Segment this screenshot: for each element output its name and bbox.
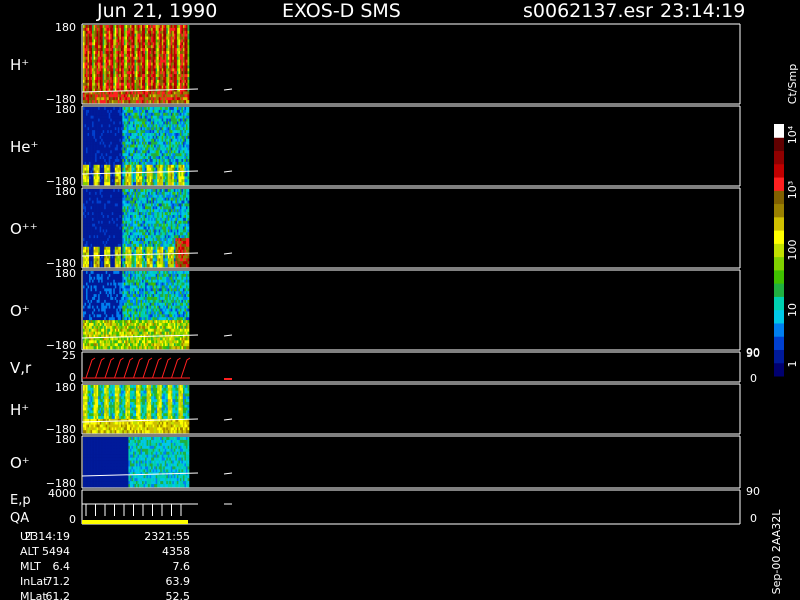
heatmap-cell — [187, 135, 190, 140]
heatmap-cell — [187, 124, 190, 128]
heatmap-cell — [187, 91, 190, 95]
plot-canvas: H⁺180−180He⁺180−180O⁺⁺180−180O⁺180−18090… — [10, 21, 799, 600]
heatmap-cell — [187, 48, 190, 52]
heatmap-cell — [187, 94, 190, 98]
heatmap-cell — [187, 150, 190, 154]
heatmap-cell — [187, 36, 190, 40]
heatmap-cell — [187, 33, 190, 37]
heatmap-cell — [187, 130, 190, 134]
heatmap-cell — [187, 179, 190, 183]
heatmap-cell — [187, 182, 190, 186]
panel-2: He⁺180−180 — [10, 103, 741, 188]
heatmap-cell — [187, 71, 190, 75]
heatmap-cell — [187, 112, 190, 116]
heatmap-cell — [187, 167, 190, 171]
heatmap-cell — [187, 56, 190, 60]
heatmap-cell — [187, 42, 190, 46]
heatmap-cell — [187, 85, 190, 89]
heatmap-cell — [187, 141, 190, 145]
heatmap-cell — [187, 121, 190, 125]
heatmap-cell — [187, 173, 190, 177]
y-tick-top: 180 — [55, 185, 76, 198]
heatmap-cell — [187, 153, 190, 157]
panel-ylabel: He⁺ — [10, 138, 38, 156]
heatmap-cell — [187, 100, 190, 104]
heatmap-cell — [187, 97, 190, 101]
heatmap-cell — [187, 138, 190, 142]
heatmap-cell — [187, 68, 190, 72]
heatmap-cell — [187, 74, 190, 78]
heatmap-cell — [187, 107, 190, 111]
heatmap-cell — [187, 109, 190, 114]
heatmap-cell — [187, 39, 190, 43]
heatmap-cell — [187, 147, 190, 151]
panel-1: H⁺180−180 — [10, 21, 741, 106]
heatmap-cell — [187, 65, 190, 69]
heatmap-cell — [187, 133, 190, 137]
heatmap-cell — [187, 127, 190, 131]
heatmap-cell — [187, 62, 190, 66]
heatmap-cell — [187, 156, 190, 160]
heatmap-cell — [187, 53, 190, 58]
panel-ylabel: O⁺⁺ — [10, 220, 38, 238]
heatmap-cell — [187, 115, 190, 119]
heatmap-cell — [187, 164, 190, 168]
heatmap-cell — [187, 79, 190, 84]
heatmap-cell — [187, 176, 190, 180]
y-tick-top: 180 — [55, 21, 76, 34]
heatmap-cell — [187, 25, 190, 29]
heatmap-cell — [187, 30, 190, 34]
heatmap-cell — [187, 82, 190, 86]
heatmap-cell — [187, 144, 190, 148]
heatmap-cell — [187, 45, 190, 49]
y-tick-top: 180 — [55, 103, 76, 116]
trace-mark — [223, 88, 233, 91]
heatmap-cell — [187, 27, 190, 32]
heatmap-cell — [187, 161, 190, 166]
trace-mark — [223, 170, 233, 173]
heatmap-cell — [187, 59, 190, 63]
heatmap-cell — [187, 51, 190, 55]
panel-ylabel: H⁺ — [10, 56, 29, 74]
heatmap-cell — [187, 159, 190, 163]
heatmap-cell — [187, 77, 190, 81]
heatmap-cell — [187, 118, 190, 122]
panel-3: O⁺⁺180−180 — [10, 185, 741, 270]
